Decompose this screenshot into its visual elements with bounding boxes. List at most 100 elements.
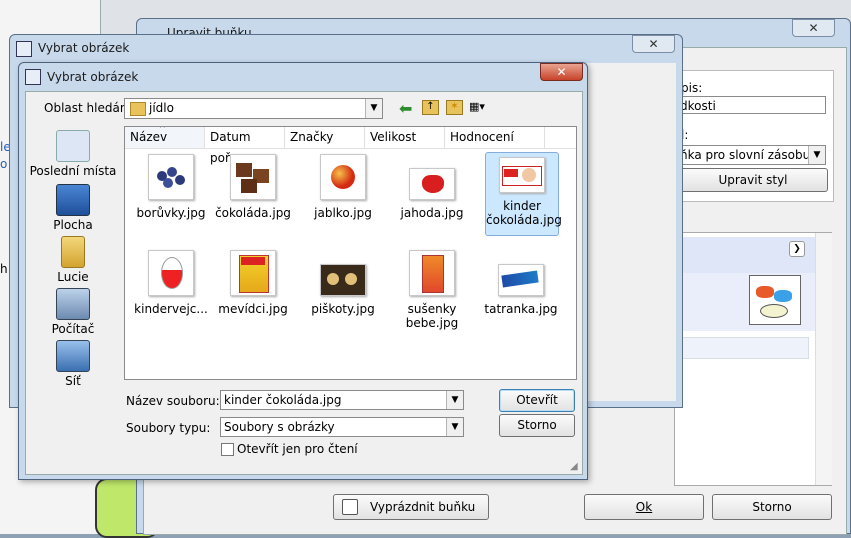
computer-icon	[56, 288, 90, 320]
filetype-select[interactable]: Soubory s obrázky ▼	[220, 417, 464, 437]
chevron-down-icon: ▼	[446, 418, 463, 436]
edit-style-select[interactable]: ňka pro slovní zásobu ▼	[676, 145, 826, 165]
filetype-label: Soubory typu:	[126, 421, 211, 435]
column-size[interactable]: Velikost	[365, 127, 445, 148]
file-item-kinder-egg[interactable]: kindervejc...	[130, 250, 212, 316]
filename-input[interactable]: kinder čokoláda.jpg ▼	[220, 390, 464, 410]
file-item-tatranka[interactable]: tatranka.jpg	[480, 250, 562, 316]
open-button[interactable]: Otevřít	[499, 389, 575, 412]
network-icon	[56, 340, 90, 372]
bebe-cookies-icon	[409, 250, 455, 296]
filetype-value: Soubory s obrázky	[224, 420, 335, 434]
chocolate-icon	[230, 154, 276, 200]
style-list-scrollbar[interactable]	[815, 233, 832, 485]
back-picker-close-button[interactable]: ✕	[632, 35, 675, 53]
desktop-icon	[56, 184, 90, 216]
file-item-bebe-cookies[interactable]: sušenky bebe.jpg	[391, 250, 473, 330]
file-name: čokoláda.jpg	[215, 206, 291, 220]
file-item-strawberry[interactable]: jahoda.jpg	[391, 154, 473, 220]
picker-cancel-button-label: Storno	[517, 418, 557, 432]
sort-ascending-icon: ^	[159, 126, 166, 133]
gummy-bears-icon	[230, 250, 276, 296]
apple-icon	[320, 154, 366, 200]
edit-cancel-button-label: Storno	[752, 500, 792, 514]
style-list-row[interactable]	[675, 337, 809, 359]
file-name: borůvky.jpg	[136, 206, 206, 220]
edit-close-button[interactable]: ✕	[792, 19, 835, 37]
file-item-biscuits[interactable]: piškoty.jpg	[302, 250, 384, 316]
place-desktop-label: Plocha	[53, 218, 93, 232]
place-user-label: Lucie	[57, 270, 89, 284]
candy-icon-2	[774, 290, 792, 302]
folder-icon	[130, 102, 146, 116]
biscuits-icon	[320, 264, 366, 296]
back-arrow-icon[interactable]: ⬅	[399, 99, 412, 118]
edit-style-button[interactable]: Upravit styl	[678, 168, 828, 192]
file-name: sušenky bebe.jpg	[405, 302, 459, 330]
place-user[interactable]: Lucie	[28, 236, 118, 284]
readonly-label: Otevřít jen pro čtení	[237, 442, 358, 456]
background-fragment-3: h	[0, 262, 8, 276]
clear-cell-checkbox-icon	[342, 499, 358, 515]
picker-title: Vybrat obrázek	[47, 70, 139, 84]
candy-icon-3	[760, 304, 788, 318]
filename-value: kinder čokoláda.jpg	[224, 393, 342, 407]
file-item-apple[interactable]: jablko.jpg	[302, 154, 384, 220]
file-item-gummy-bears[interactable]: mevídci.jpg	[212, 250, 294, 316]
file-list-header: Název ^ Datum poř... Značky Velikost Hod…	[125, 126, 576, 165]
place-network-label: Síť	[65, 374, 81, 388]
back-picker-title: Vybrat obrázek	[38, 41, 130, 55]
place-network[interactable]: Síť	[28, 340, 118, 388]
file-name: jahoda.jpg	[400, 206, 464, 220]
column-tags[interactable]: Značky	[285, 127, 365, 148]
file-item-kinder-chocolate[interactable]: kinder čokoláda.jpg	[485, 152, 562, 236]
window-app-icon	[25, 69, 41, 85]
look-in-value: jídlo	[149, 101, 174, 115]
look-in-select[interactable]: jídlo ▼	[124, 98, 383, 119]
place-recent-label: Poslední místa	[29, 164, 117, 178]
file-name: kinder čokoláda.jpg	[486, 199, 562, 227]
file-name: jablko.jpg	[314, 206, 372, 220]
kinder-egg-icon	[148, 250, 194, 296]
blueberries-icon	[148, 154, 194, 200]
chevron-down-icon: ▼	[808, 146, 825, 164]
place-recent[interactable]: Poslední místa	[28, 130, 118, 178]
picker-close-button[interactable]: ✕	[540, 63, 583, 81]
candy-thumbnail	[749, 275, 801, 325]
look-in-label: Oblast hledání:	[44, 101, 135, 115]
chevron-double-down-icon[interactable]: ❯	[789, 241, 805, 257]
recent-places-icon	[56, 130, 90, 162]
readonly-checkbox[interactable]	[221, 443, 234, 456]
file-list: Název ^ Datum poř... Značky Velikost Hod…	[124, 126, 577, 380]
tatranka-icon	[498, 264, 544, 296]
edit-style-value: ňka pro slovní zásobu	[680, 148, 811, 162]
chevron-down-icon: ▼	[446, 391, 463, 409]
window-app-icon	[16, 41, 32, 57]
chevron-down-icon: ▼	[365, 99, 382, 118]
up-folder-icon[interactable]: ↑	[422, 100, 439, 115]
strawberry-icon	[409, 168, 455, 200]
ok-button[interactable]: Ok	[584, 494, 704, 520]
edit-style-list: ❯	[674, 232, 832, 486]
resize-grip-icon[interactable]: ◢	[570, 461, 578, 472]
edit-cancel-button[interactable]: Storno	[712, 494, 832, 520]
new-folder-icon[interactable]: ✶	[446, 100, 463, 115]
file-item-blueberries[interactable]: borůvky.jpg	[130, 154, 212, 220]
file-name: piškoty.jpg	[311, 302, 375, 316]
place-desktop[interactable]: Plocha	[28, 184, 118, 232]
background-fragment-2: o	[0, 157, 8, 171]
filename-label: Název souboru:	[126, 394, 220, 408]
ok-button-label: Ok	[635, 500, 653, 514]
view-menu-icon[interactable]: ▦▾	[469, 100, 491, 113]
place-computer[interactable]: Počítač	[28, 288, 118, 336]
kinder-chocolate-icon	[499, 157, 545, 193]
picker-cancel-button[interactable]: Storno	[499, 414, 575, 437]
column-date[interactable]: Datum poř...	[205, 127, 285, 165]
edit-description-field[interactable]: dkosti	[676, 96, 826, 114]
column-rating[interactable]: Hodnocení	[445, 127, 545, 148]
file-name: kindervejc...	[134, 302, 208, 316]
edit-style-button-label: Upravit styl	[718, 173, 788, 187]
open-button-label: Otevřít	[516, 393, 558, 407]
file-item-chocolate[interactable]: čokoláda.jpg	[212, 154, 294, 220]
place-computer-label: Počítač	[51, 322, 95, 336]
